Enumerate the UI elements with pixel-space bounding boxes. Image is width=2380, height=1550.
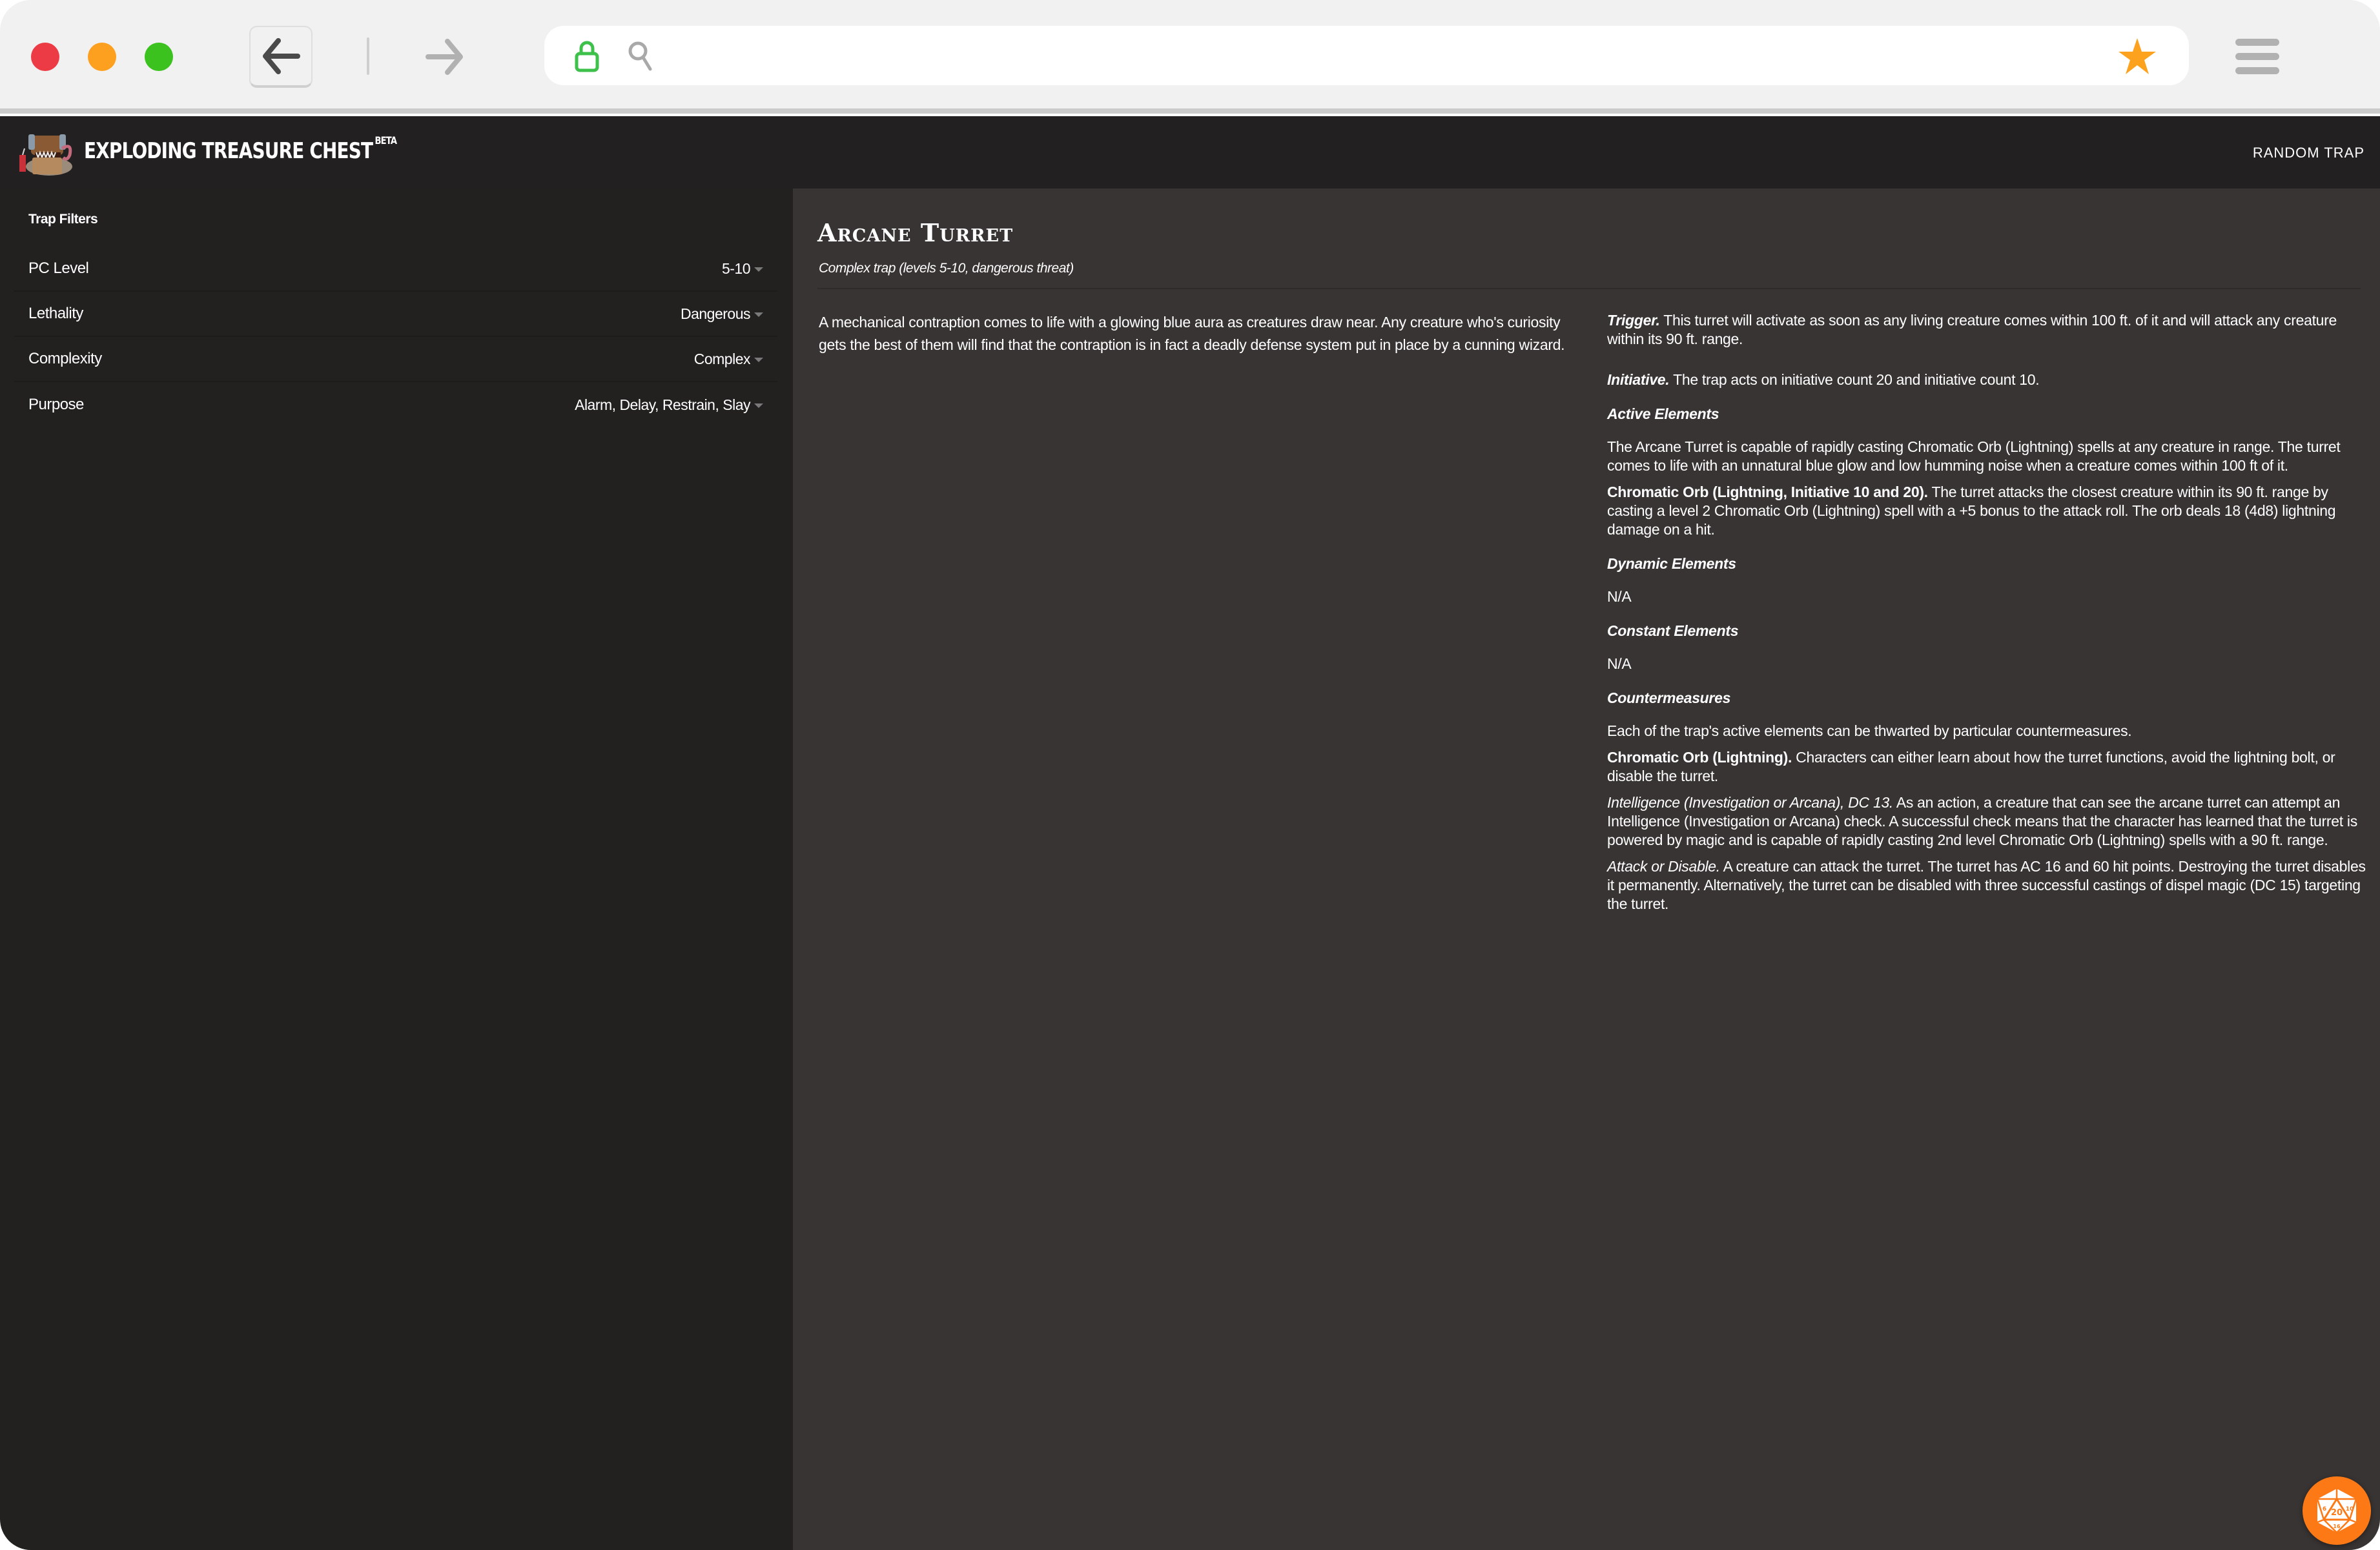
filter-purpose[interactable]: Purpose Alarm, Delay, Restrain, Slay: [14, 382, 777, 427]
d20-icon: 20 6 10 16: [2316, 1489, 2357, 1533]
caret-down-icon: [754, 312, 763, 317]
initiative-paragraph: Initiative. The trap acts on initiative …: [1607, 371, 2366, 389]
filter-dropdown[interactable]: Alarm, Delay, Restrain, Slay: [575, 396, 763, 414]
title-divider: [817, 288, 2361, 289]
counter-check-label: Intelligence (Investigation or Arcana), …: [1607, 794, 1894, 811]
lock-icon: [575, 41, 599, 72]
arrow-right-icon: [426, 39, 463, 75]
browser-toolbar: [0, 0, 2380, 108]
counter-attack-label: Attack or Disable.: [1607, 858, 1720, 875]
active-elements-heading: Active Elements: [1607, 405, 1719, 422]
trigger-label: Trigger.: [1607, 312, 1660, 329]
search-icon: [628, 41, 652, 71]
brand-title[interactable]: EXPLODING TREASURE CHEST BETA: [84, 134, 397, 164]
filter-complexity[interactable]: Complexity Complex: [14, 337, 777, 382]
d20-face-20: 20: [2331, 1508, 2343, 1518]
filter-dropdown[interactable]: Complex: [694, 351, 763, 368]
caret-down-icon: [754, 403, 763, 408]
filter-value: Alarm, Delay, Restrain, Slay: [575, 396, 750, 413]
countermeasures-intro: Each of the trap's active elements can b…: [1607, 722, 2132, 739]
trap-filters-sidebar: Trap Filters PC Level 5-10 Lethality Dan…: [0, 189, 793, 1550]
filter-value: 5-10: [721, 260, 751, 277]
constant-elements-heading: Constant Elements: [1607, 622, 1739, 639]
filter-lethality[interactable]: Lethality Dangerous: [14, 292, 777, 337]
constant-elements-text: N/A: [1607, 655, 1632, 672]
filter-value: Dangerous: [680, 305, 751, 322]
d20-face-6: 6: [2323, 1506, 2326, 1513]
browser-window: EXPLODING TREASURE CHEST BETA RANDOM TRAP…: [0, 0, 2380, 1550]
back-button[interactable]: [249, 26, 313, 88]
filters-heading: Trap Filters: [28, 212, 98, 227]
hamburger-menu-icon[interactable]: [2235, 39, 2281, 76]
filter-value: Complex: [693, 350, 751, 367]
treasure-chest-logo-icon[interactable]: [17, 129, 77, 178]
nav-divider: [367, 37, 369, 75]
random-trap-link[interactable]: RANDOM TRAP: [2253, 145, 2365, 161]
d20-face-10: 10: [2346, 1506, 2354, 1513]
trigger-text: This turret will activate as soon as any…: [1607, 312, 2337, 347]
trap-subtitle: Complex trap (levels 5-10, dangerous thr…: [819, 261, 1074, 276]
initiative-label: Initiative.: [1607, 371, 1670, 388]
filter-dropdown[interactable]: 5-10: [722, 260, 763, 278]
dynamic-elements-heading: Dynamic Elements: [1607, 555, 1736, 572]
url-input[interactable]: [667, 36, 2088, 75]
trigger-paragraph: Trigger. This turret will activate as so…: [1607, 311, 2366, 349]
active-orb-paragraph: Chromatic Orb (Lightning, Initiative 10 …: [1607, 483, 2366, 539]
filter-pc-level[interactable]: PC Level 5-10: [14, 247, 777, 292]
toolbar-divider: [0, 108, 2380, 114]
arrow-left-icon: [263, 38, 300, 74]
counter-attack-paragraph: Attack or Disable. A creature can attack…: [1607, 857, 2366, 913]
caret-down-icon: [754, 357, 763, 362]
counter-orb-paragraph: Chromatic Orb (Lightning). Characters ca…: [1607, 748, 2366, 786]
close-window-button[interactable]: [31, 43, 59, 71]
star-icon[interactable]: [2117, 36, 2157, 76]
filter-label: Complexity: [28, 350, 102, 367]
app-header: EXPLODING TREASURE CHEST BETA RANDOM TRAP: [0, 114, 2380, 189]
countermeasures-heading: Countermeasures: [1607, 689, 1731, 706]
active-elements-intro: The Arcane Turret is capable of rapidly …: [1607, 438, 2341, 474]
trap-title: Arcane Turret: [817, 218, 1014, 247]
dynamic-elements-text: N/A: [1607, 588, 1632, 605]
filter-label: PC Level: [28, 260, 89, 277]
counter-orb-label: Chromatic Orb (Lightning).: [1607, 749, 1792, 766]
filter-dropdown[interactable]: Dangerous: [681, 305, 763, 323]
counter-check-paragraph: Intelligence (Investigation or Arcana), …: [1607, 793, 2366, 850]
trap-mechanics-column: Trigger. This turret will activate as so…: [1607, 311, 2366, 929]
filter-label: Lethality: [28, 305, 83, 322]
minimize-window-button[interactable]: [88, 43, 116, 71]
counter-attack-text: A creature can attack the turret. The tu…: [1607, 858, 2366, 912]
caret-down-icon: [754, 267, 763, 272]
initiative-text: The trap acts on initiative count 20 and…: [1669, 371, 2040, 388]
brand-name: EXPLODING TREASURE CHEST: [84, 138, 373, 164]
maximize-window-button[interactable]: [145, 43, 173, 71]
address-bar[interactable]: [544, 26, 2189, 85]
active-orb-label: Chromatic Orb (Lightning, Initiative 10 …: [1607, 484, 1928, 500]
trap-description-column: A mechanical contraption comes to life w…: [819, 311, 1587, 356]
trap-detail: Arcane Turret Complex trap (levels 5-10,…: [793, 189, 2380, 1550]
d20-face-16: 16: [2333, 1524, 2341, 1529]
forward-button[interactable]: [413, 26, 477, 88]
roll-dice-button[interactable]: 20 6 10 16: [2303, 1476, 2371, 1545]
beta-badge: BETA: [374, 134, 397, 147]
trap-description: A mechanical contraption comes to life w…: [819, 314, 1565, 353]
filter-label: Purpose: [28, 396, 84, 413]
